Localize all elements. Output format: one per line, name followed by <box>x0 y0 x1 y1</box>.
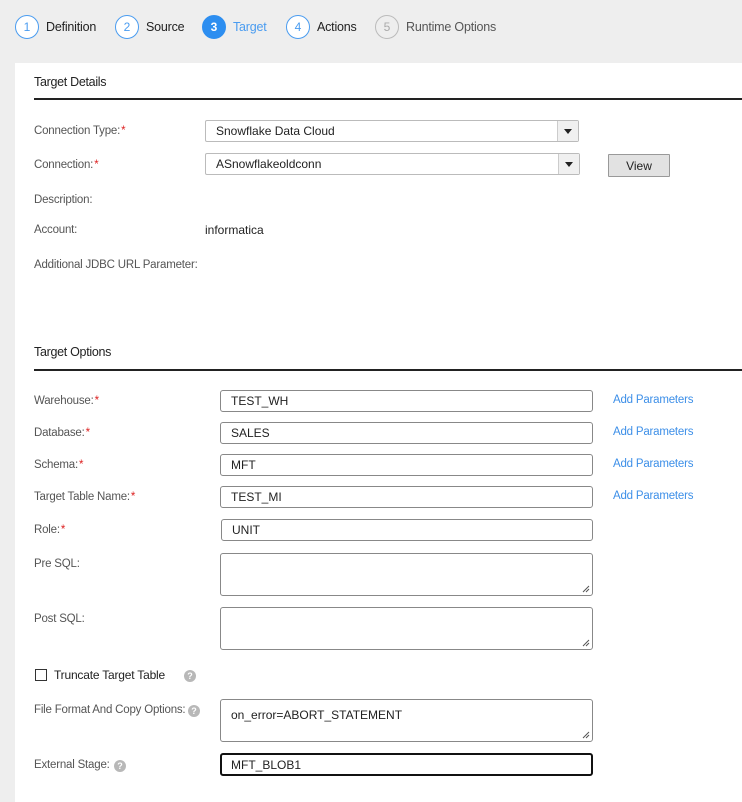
post-sql-label: Post SQL: <box>34 613 85 625</box>
section-divider <box>34 98 742 100</box>
connection-select[interactable]: ASnowflakeoldconn <box>205 153 580 175</box>
pre-sql-label: Pre SQL: <box>34 558 80 570</box>
step-source[interactable]: 2 Source <box>115 15 185 39</box>
step-runtime-options[interactable]: 5 Runtime Options <box>375 15 496 39</box>
required-marker: * <box>121 125 126 137</box>
required-marker: * <box>78 459 84 471</box>
help-icon[interactable]: ? <box>188 705 200 717</box>
connection-type-value: Snowflake Data Cloud <box>216 124 335 138</box>
description-label: Description: <box>34 194 93 206</box>
section-divider <box>34 369 742 371</box>
schema-input[interactable]: MFT <box>220 454 593 476</box>
step-number: 5 <box>375 15 399 39</box>
step-label: Source <box>146 20 185 34</box>
required-marker: * <box>130 491 136 503</box>
file-format-textarea[interactable]: on_error=ABORT_STATEMENT <box>220 699 593 742</box>
connection-type-select[interactable]: Snowflake Data Cloud <box>205 120 579 142</box>
target-details-title: Target Details <box>34 75 107 89</box>
warehouse-label: Warehouse:* <box>34 395 99 407</box>
resize-grip-icon[interactable] <box>581 730 590 739</box>
target-table-add-parameters-link[interactable]: Add Parameters <box>613 490 693 502</box>
step-number: 3 <box>202 15 226 39</box>
target-panel: Target Details Connection Type:* Snowfla… <box>15 63 742 802</box>
step-number: 1 <box>15 15 39 39</box>
connection-value: ASnowflakeoldconn <box>216 157 322 171</box>
role-label: Role:* <box>34 524 66 536</box>
chevron-down-icon[interactable] <box>557 121 578 141</box>
external-stage-input[interactable]: MFT_BLOB1 <box>220 753 593 776</box>
required-marker: * <box>94 159 99 171</box>
resize-grip-icon[interactable] <box>581 584 590 593</box>
role-input[interactable]: UNIT <box>221 519 593 541</box>
step-label: Definition <box>46 20 97 34</box>
account-value: informatica <box>205 223 264 237</box>
database-input[interactable]: SALES <box>220 422 593 444</box>
required-marker: * <box>94 395 99 407</box>
wizard-stepper: 1 Definition 2 Source 3 Target 4 Actions… <box>0 0 742 60</box>
help-icon[interactable]: ? <box>184 670 196 682</box>
step-number: 2 <box>115 15 139 39</box>
required-marker: * <box>60 524 66 536</box>
target-table-label: Target Table Name:* <box>34 491 136 503</box>
target-options-title: Target Options <box>34 345 112 359</box>
step-target[interactable]: 3 Target <box>202 15 267 39</box>
help-icon[interactable]: ? <box>114 760 126 772</box>
warehouse-input[interactable]: TEST_WH <box>220 390 593 412</box>
file-format-label: File Format And Copy Options: <box>34 704 186 716</box>
chevron-down-icon[interactable] <box>558 154 579 174</box>
post-sql-textarea[interactable] <box>220 607 593 650</box>
resize-grip-icon[interactable] <box>581 638 590 647</box>
target-table-input[interactable]: TEST_MI <box>220 486 593 508</box>
step-label: Target <box>233 20 267 34</box>
database-label: Database:* <box>34 427 90 439</box>
truncate-target-table-label: Truncate Target Table <box>54 668 165 682</box>
step-label: Actions <box>317 20 357 34</box>
pre-sql-textarea[interactable] <box>220 553 593 596</box>
schema-label: Schema:* <box>34 459 84 471</box>
required-marker: * <box>85 427 90 439</box>
step-number: 4 <box>286 15 310 39</box>
account-label: Account: <box>34 224 78 236</box>
connection-type-label: Connection Type:* <box>34 125 126 137</box>
view-button[interactable]: View <box>608 154 670 177</box>
step-label: Runtime Options <box>406 20 497 34</box>
warehouse-add-parameters-link[interactable]: Add Parameters <box>613 394 693 406</box>
schema-add-parameters-link[interactable]: Add Parameters <box>613 458 693 470</box>
external-stage-label: External Stage: <box>34 759 110 771</box>
jdbc-url-label: Additional JDBC URL Parameter: <box>34 259 198 271</box>
truncate-target-table-checkbox[interactable] <box>35 669 47 681</box>
file-format-value: on_error=ABORT_STATEMENT <box>231 708 403 722</box>
step-actions[interactable]: 4 Actions <box>286 15 357 39</box>
connection-label: Connection:* <box>34 159 99 171</box>
step-definition[interactable]: 1 Definition <box>15 15 96 39</box>
database-add-parameters-link[interactable]: Add Parameters <box>613 426 693 438</box>
